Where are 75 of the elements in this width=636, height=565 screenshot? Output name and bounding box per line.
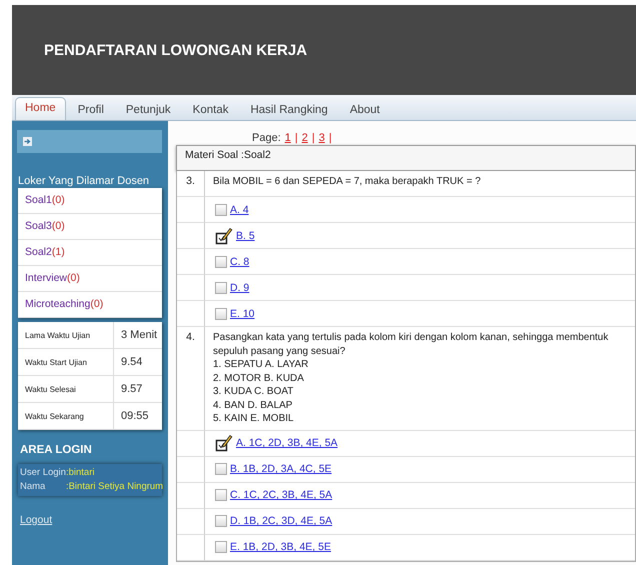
site-title: PENDAFTARAN LOWONGAN KERJA: [44, 42, 308, 58]
nav-tab[interactable]: Profil: [68, 99, 114, 120]
login-label: Nama: [20, 480, 46, 494]
job-item[interactable]: Soal2(1): [18, 240, 162, 266]
answer-link[interactable]: D. 9: [230, 282, 250, 294]
nav-tab[interactable]: About: [340, 99, 390, 120]
time-value: 3 Menit: [114, 322, 162, 349]
table-cell: [177, 223, 205, 249]
time-label: Lama Waktu Ujian: [18, 322, 114, 349]
nav-tab[interactable]: Hasil Rangking: [240, 99, 338, 120]
page-separator: |: [294, 132, 298, 144]
table-cell: [177, 275, 205, 301]
time-label: Waktu Start Ujian: [18, 349, 114, 376]
pencil-check-icon[interactable]: [215, 226, 233, 244]
login-label: User Login: [20, 466, 66, 480]
login-heading: AREA LOGIN: [20, 444, 93, 456]
time-value: 09:55: [114, 403, 162, 430]
materi-title: Materi Soal :Soal2: [176, 145, 636, 171]
sidebar-heading: Loker Yang Dilamar Dosen: [18, 175, 150, 187]
job-item[interactable]: Soal1(0): [18, 188, 162, 214]
question-line: 4. BAN D. BALAP: [213, 398, 294, 412]
answer-link[interactable]: E. 10: [230, 308, 255, 320]
checkbox[interactable]: [215, 204, 227, 216]
checkbox[interactable]: [215, 463, 227, 475]
checkbox[interactable]: [215, 515, 227, 527]
time-label: Waktu Sekarang: [18, 403, 114, 430]
question-line: 3. KUDA C. BOAT: [213, 385, 294, 398]
answer-link[interactable]: D. 1B, 2C, 3D, 4E, 5A: [230, 515, 332, 527]
question-line: 1. SEPATU A. LAYAR: [213, 358, 310, 372]
table-cell: [177, 249, 205, 275]
arrow-icon[interactable]: [23, 137, 32, 146]
time-value: 9.54: [114, 349, 162, 376]
table-cell: [177, 508, 205, 534]
checkbox[interactable]: [215, 256, 227, 268]
page-separator: |: [328, 132, 332, 144]
table-cell: [177, 534, 205, 560]
checkbox[interactable]: [215, 282, 227, 294]
question-number: 3.: [177, 171, 205, 197]
answer-link[interactable]: A. 1C, 2D, 3B, 4E, 5A: [236, 437, 338, 449]
page-link[interactable]: 3: [318, 132, 325, 144]
answer-link[interactable]: B. 1B, 2D, 3A, 4C, 5E: [230, 463, 332, 475]
login-value: :bintari: [66, 466, 96, 480]
answer-link[interactable]: B. 5: [236, 230, 255, 242]
question-number: 4.: [177, 327, 205, 430]
time-label: Waktu Selesai: [18, 376, 114, 403]
checkbox[interactable]: [215, 308, 227, 320]
login-value: :Bintari Setiya Ningrum: [66, 480, 164, 494]
page-label: Page:: [252, 132, 281, 144]
nav-tab[interactable]: Home: [15, 97, 66, 120]
table-cell: [177, 456, 205, 482]
table-cell: [177, 197, 205, 223]
question-line: 2. MOTOR B. KUDA: [213, 372, 305, 385]
answer-link[interactable]: C. 1C, 2C, 3B, 4E, 5A: [230, 489, 332, 501]
question-text: Bila MOBIL = 6 dan SEPEDA = 7, maka berapakh TRUK = ?: [213, 175, 482, 188]
question-line: 5. KAIN E. MOBIL: [213, 412, 295, 426]
page-link[interactable]: 2: [302, 132, 308, 144]
nav-tab[interactable]: Petunjuk: [116, 99, 181, 120]
answer-link[interactable]: A. 4: [230, 204, 249, 216]
job-item[interactable]: Microteaching(0): [18, 292, 162, 318]
job-item[interactable]: Soal3(0): [18, 214, 162, 240]
page-separator: |: [312, 132, 315, 144]
table-cell: [177, 430, 205, 456]
job-item[interactable]: Interview(0): [18, 266, 162, 292]
page-link[interactable]: 1: [284, 132, 291, 144]
logout-link[interactable]: Logout: [20, 514, 52, 526]
table-cell: [177, 482, 205, 508]
nav-tab[interactable]: Kontak: [182, 99, 238, 120]
question-text: Pasangkan kata yang tertulis pada kolom kiri dengan kolom kanan, sehingga membentuk sepuluh pasang yang sesuai?: [213, 331, 610, 358]
checkbox[interactable]: [215, 489, 227, 501]
table-cell: [177, 301, 205, 327]
checkbox[interactable]: [215, 541, 227, 553]
answer-link[interactable]: C. 8: [230, 256, 250, 268]
pencil-check-icon[interactable]: [215, 434, 233, 452]
answer-link[interactable]: E. 1B, 2D, 3B, 4E, 5E: [230, 541, 331, 553]
time-value: 9.57: [114, 376, 162, 403]
